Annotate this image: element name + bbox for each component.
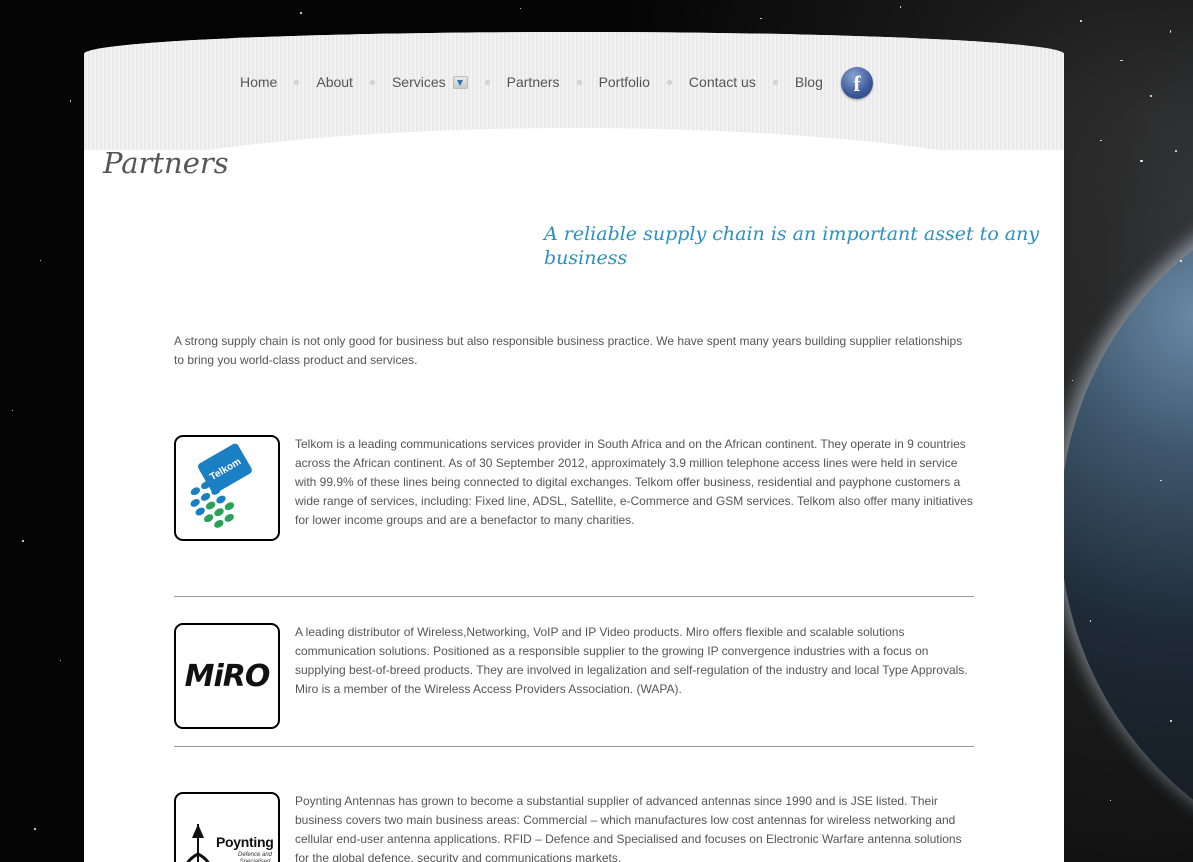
nav-separator — [484, 79, 490, 85]
nav-portfolio[interactable]: Portfolio — [599, 74, 650, 90]
nav-services-label: Services — [391, 74, 446, 90]
main-nav: Home About Services Partners Portfolio C… — [240, 72, 823, 92]
nav-separator — [369, 79, 375, 85]
nav-separator — [294, 79, 300, 85]
telkom-logo-graphic: Telkom — [190, 443, 252, 528]
nav-blog[interactable]: Blog — [795, 74, 823, 90]
telkom-logo: Telkom — [174, 435, 280, 541]
facebook-icon[interactable]: f — [841, 67, 873, 99]
miro-description: A leading distributor of Wireless,Networ… — [295, 625, 968, 696]
miro-logo: MiRO — [174, 623, 280, 729]
divider — [174, 746, 974, 747]
nav-services[interactable]: Services — [392, 74, 468, 90]
nav-separator — [772, 79, 778, 85]
nav-contact-us[interactable]: Contact us — [689, 74, 756, 90]
page-title: Partners — [103, 146, 229, 180]
telkom-description: Telkom is a leading communications servi… — [295, 437, 973, 527]
tagline: A reliable supply chain is an important … — [544, 223, 1040, 269]
intro-paragraph: A strong supply chain is not only good f… — [174, 334, 963, 367]
divider — [174, 596, 974, 597]
miro-logo-text: MiRO — [184, 659, 271, 694]
antenna-icon — [186, 824, 210, 862]
nav-separator — [576, 79, 582, 85]
nav-partners[interactable]: Partners — [507, 74, 560, 90]
page-panel: Home About Services Partners Portfolio C… — [84, 32, 1064, 862]
planet-image — [1060, 175, 1193, 862]
nav-separator — [666, 79, 672, 85]
poynting-description: Poynting Antennas has grown to become a … — [295, 794, 962, 862]
poynting-logo-subtext: Defence and Specialised — [237, 852, 273, 862]
nav-home[interactable]: Home — [240, 74, 277, 90]
poynting-logo: Poynting Defence and Specialised — [174, 792, 280, 862]
dropdown-arrow-icon[interactable] — [452, 76, 468, 89]
poynting-logo-text: Poynting — [216, 834, 274, 850]
nav-about[interactable]: About — [316, 74, 353, 90]
